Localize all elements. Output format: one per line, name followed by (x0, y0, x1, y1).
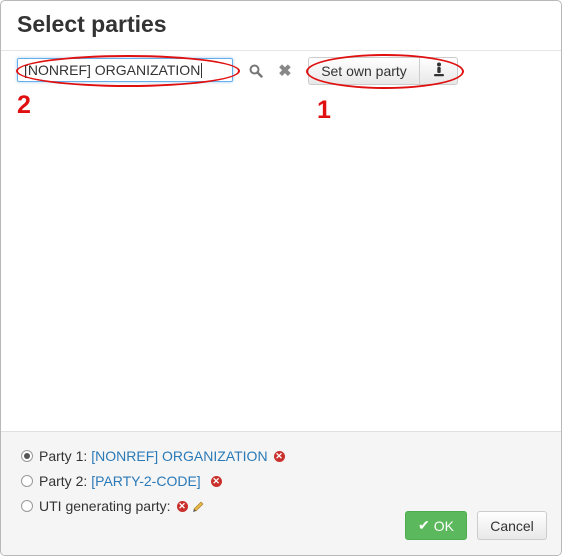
party-2-row: Party 2: [PARTY-2-CODE] ✕ (21, 471, 222, 491)
ok-button[interactable]: ✔ OK (405, 511, 467, 540)
text-caret (201, 63, 202, 78)
remove-party-1-icon[interactable]: ✕ (273, 450, 285, 462)
party-1-radio[interactable] (21, 450, 33, 462)
select-parties-dialog: Select parties ✖ Set own party 2 1 3 (0, 0, 562, 556)
remove-uti-party-icon[interactable]: ✕ (176, 500, 188, 512)
search-icon[interactable] (246, 61, 266, 81)
party-1-row: Party 1: [NONREF] ORGANIZATION ✕ (21, 446, 285, 466)
pencil-icon[interactable] (192, 500, 205, 513)
remove-party-2-icon[interactable]: ✕ (210, 475, 222, 487)
cancel-button[interactable]: Cancel (477, 511, 547, 540)
party-2-label: Party 2: (39, 473, 88, 489)
party-2-radio[interactable] (21, 475, 33, 487)
own-party-button-group: Set own party (308, 57, 458, 85)
party-1-value-link[interactable]: [NONREF] ORGANIZATION (91, 448, 267, 464)
uti-party-label: UTI generating party: (39, 498, 171, 514)
clear-icon[interactable]: ✖ (275, 61, 295, 81)
set-own-party-button[interactable]: Set own party (308, 57, 420, 85)
party-2-value-link[interactable]: [PARTY-2-CODE] (91, 473, 200, 489)
annotation-number-1: 1 (317, 96, 331, 124)
party-1-label: Party 1: (39, 448, 88, 464)
dialog-title: Select parties (17, 11, 167, 37)
ok-label: OK (433, 517, 454, 534)
dialog-header: Select parties (1, 1, 561, 51)
uti-party-radio[interactable] (21, 500, 33, 512)
uti-party-row: UTI generating party: ✕ (21, 496, 205, 516)
annotation-number-2: 2 (17, 91, 31, 119)
user-icon (433, 62, 445, 80)
user-button[interactable] (420, 57, 458, 85)
check-icon: ✔ (418, 517, 430, 533)
